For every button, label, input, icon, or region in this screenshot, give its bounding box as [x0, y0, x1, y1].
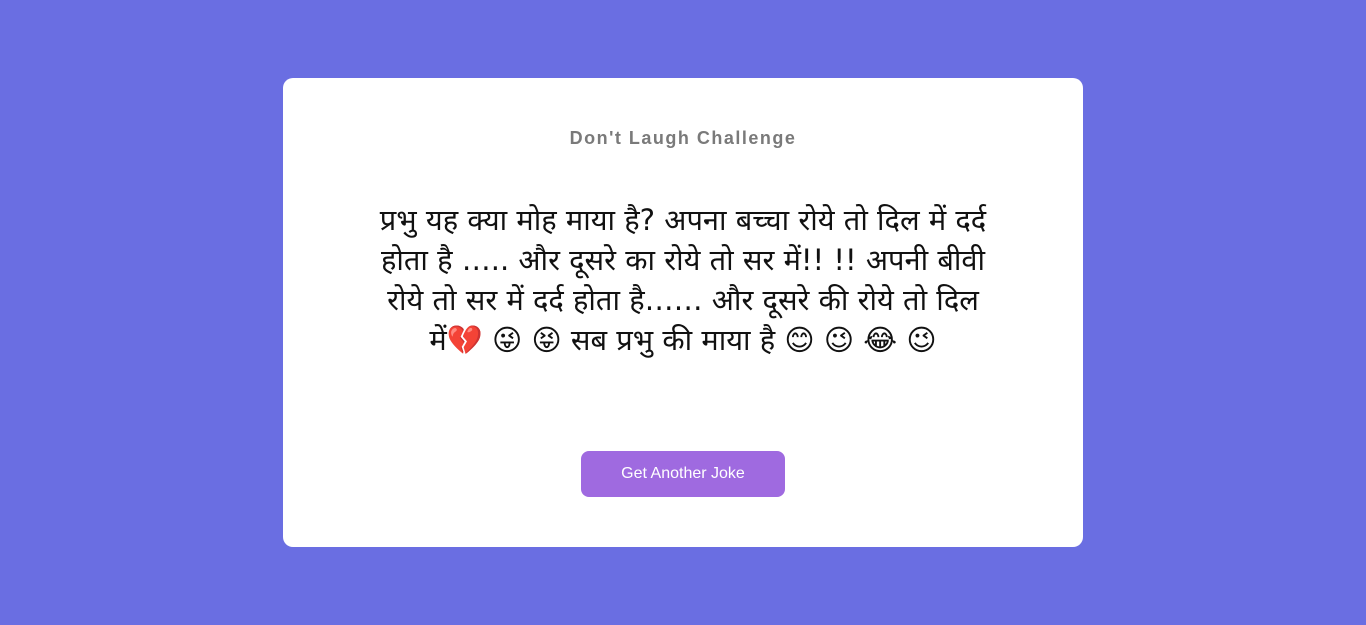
joke-text: प्रभु यह क्या मोह माया है? अपना बच्चा रो… — [379, 203, 987, 357]
get-another-joke-button[interactable]: Get Another Joke — [581, 451, 785, 497]
card-title: Don't Laugh Challenge — [569, 128, 797, 148]
joke-card: Don't Laugh Challenge प्रभु यह क्या मोह … — [283, 78, 1083, 547]
